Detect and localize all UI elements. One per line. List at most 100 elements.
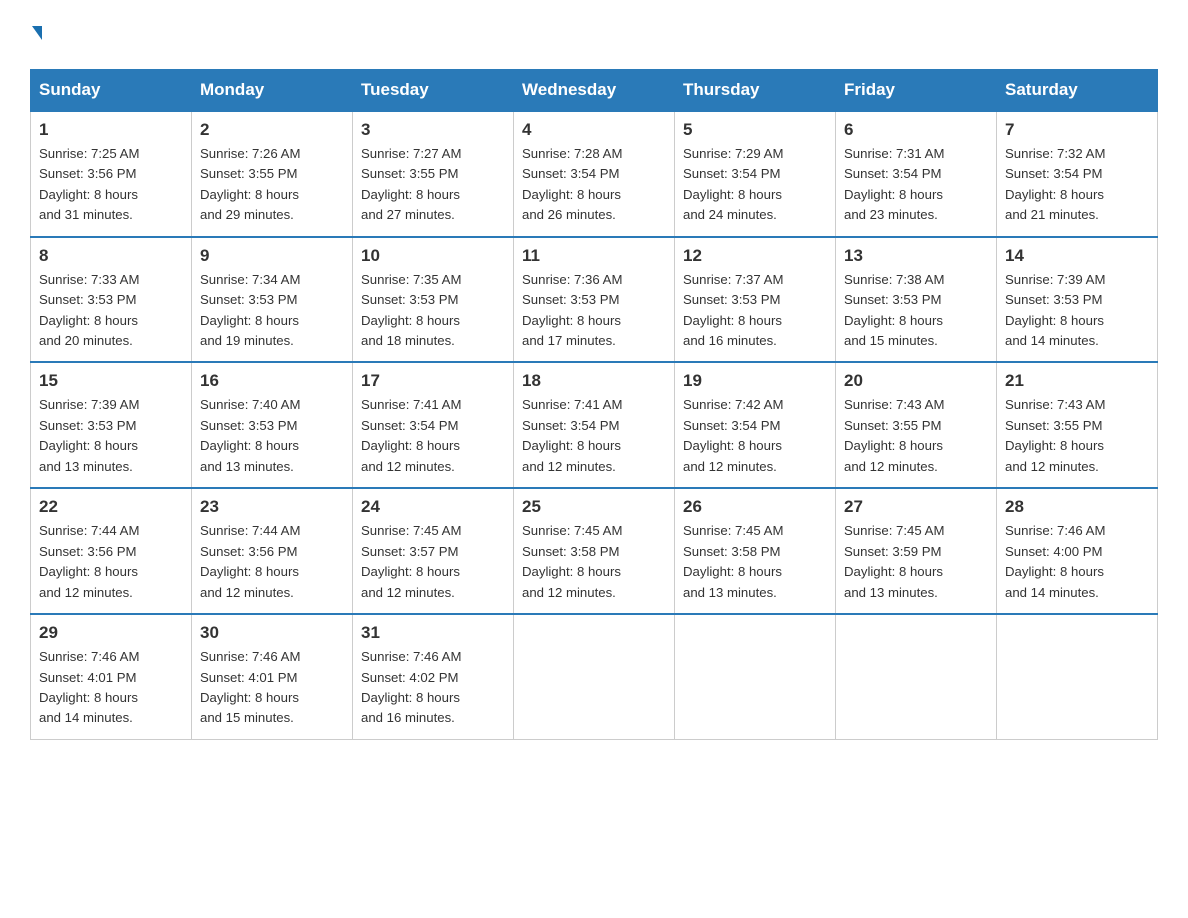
day-number: 17 bbox=[361, 371, 505, 391]
day-number: 4 bbox=[522, 120, 666, 140]
calendar-week-row-3: 15Sunrise: 7:39 AMSunset: 3:53 PMDayligh… bbox=[31, 362, 1158, 488]
calendar-cell bbox=[997, 614, 1158, 739]
calendar-cell: 4 Sunrise: 7:28 AMSunset: 3:54 PMDaylight… bbox=[514, 111, 675, 237]
calendar-week-row-1: 1 Sunrise: 7:25 AMSunset: 3:56 PMDaylight… bbox=[31, 111, 1158, 237]
day-info: Sunrise: 7:28 AMSunset: 3:54 PMDaylight:… bbox=[522, 144, 666, 226]
day-number: 19 bbox=[683, 371, 827, 391]
calendar-cell: 31Sunrise: 7:46 AMSunset: 4:02 PMDayligh… bbox=[353, 614, 514, 739]
day-number: 7 bbox=[1005, 120, 1149, 140]
day-number: 21 bbox=[1005, 371, 1149, 391]
calendar-cell: 28Sunrise: 7:46 AMSunset: 4:00 PMDayligh… bbox=[997, 488, 1158, 614]
day-info: Sunrise: 7:35 AMSunset: 3:53 PMDaylight:… bbox=[361, 270, 505, 352]
day-number: 27 bbox=[844, 497, 988, 517]
day-number: 29 bbox=[39, 623, 183, 643]
day-number: 3 bbox=[361, 120, 505, 140]
day-number: 24 bbox=[361, 497, 505, 517]
day-number: 14 bbox=[1005, 246, 1149, 266]
calendar-cell: 6 Sunrise: 7:31 AMSunset: 3:54 PMDaylight… bbox=[836, 111, 997, 237]
day-info: Sunrise: 7:40 AMSunset: 3:53 PMDaylight:… bbox=[200, 395, 344, 477]
calendar-cell: 20 Sunrise: 7:43 AMSunset: 3:55 PMDayligh… bbox=[836, 362, 997, 488]
day-number: 31 bbox=[361, 623, 505, 643]
calendar-cell: 1 Sunrise: 7:25 AMSunset: 3:56 PMDaylight… bbox=[31, 111, 192, 237]
calendar-cell: 14 Sunrise: 7:39 AMSunset: 3:53 PMDayligh… bbox=[997, 237, 1158, 363]
day-info: Sunrise: 7:38 AMSunset: 3:53 PMDaylight:… bbox=[844, 270, 988, 352]
day-info: Sunrise: 7:45 AMSunset: 3:59 PMDaylight:… bbox=[844, 521, 988, 603]
day-info: Sunrise: 7:37 AMSunset: 3:53 PMDaylight:… bbox=[683, 270, 827, 352]
calendar-cell: 21 Sunrise: 7:43 AMSunset: 3:55 PMDayligh… bbox=[997, 362, 1158, 488]
calendar-week-row-4: 22Sunrise: 7:44 AMSunset: 3:56 PMDayligh… bbox=[31, 488, 1158, 614]
weekday-header-saturday: Saturday bbox=[997, 69, 1158, 111]
day-number: 18 bbox=[522, 371, 666, 391]
day-number: 10 bbox=[361, 246, 505, 266]
calendar-cell: 9 Sunrise: 7:34 AMSunset: 3:53 PMDaylight… bbox=[192, 237, 353, 363]
weekday-header-row: SundayMondayTuesdayWednesdayThursdayFrid… bbox=[31, 69, 1158, 111]
day-info: Sunrise: 7:33 AMSunset: 3:53 PMDaylight:… bbox=[39, 270, 183, 352]
day-info: Sunrise: 7:32 AMSunset: 3:54 PMDaylight:… bbox=[1005, 144, 1149, 226]
calendar-table: SundayMondayTuesdayWednesdayThursdayFrid… bbox=[30, 69, 1158, 740]
day-info: Sunrise: 7:39 AMSunset: 3:53 PMDaylight:… bbox=[39, 395, 183, 477]
day-number: 12 bbox=[683, 246, 827, 266]
calendar-cell: 30Sunrise: 7:46 AMSunset: 4:01 PMDayligh… bbox=[192, 614, 353, 739]
calendar-cell: 19 Sunrise: 7:42 AMSunset: 3:54 PMDayligh… bbox=[675, 362, 836, 488]
day-info: Sunrise: 7:41 AMSunset: 3:54 PMDaylight:… bbox=[361, 395, 505, 477]
day-info: Sunrise: 7:25 AMSunset: 3:56 PMDaylight:… bbox=[39, 144, 183, 226]
day-info: Sunrise: 7:43 AMSunset: 3:55 PMDaylight:… bbox=[844, 395, 988, 477]
calendar-week-row-5: 29 Sunrise: 7:46 AMSunset: 4:01 PMDayligh… bbox=[31, 614, 1158, 739]
calendar-cell: 26Sunrise: 7:45 AMSunset: 3:58 PMDayligh… bbox=[675, 488, 836, 614]
calendar-cell: 18 Sunrise: 7:41 AMSunset: 3:54 PMDayligh… bbox=[514, 362, 675, 488]
logo-text bbox=[30, 20, 42, 51]
day-info: Sunrise: 7:45 AMSunset: 3:57 PMDaylight:… bbox=[361, 521, 505, 603]
day-info: Sunrise: 7:27 AMSunset: 3:55 PMDaylight:… bbox=[361, 144, 505, 226]
calendar-cell: 15Sunrise: 7:39 AMSunset: 3:53 PMDayligh… bbox=[31, 362, 192, 488]
calendar-cell: 13 Sunrise: 7:38 AMSunset: 3:53 PMDayligh… bbox=[836, 237, 997, 363]
logo bbox=[30, 20, 42, 51]
day-number: 26 bbox=[683, 497, 827, 517]
day-number: 8 bbox=[39, 246, 183, 266]
calendar-cell: 27 Sunrise: 7:45 AMSunset: 3:59 PMDayligh… bbox=[836, 488, 997, 614]
day-number: 9 bbox=[200, 246, 344, 266]
weekday-header-friday: Friday bbox=[836, 69, 997, 111]
calendar-cell: 2 Sunrise: 7:26 AMSunset: 3:55 PMDaylight… bbox=[192, 111, 353, 237]
day-info: Sunrise: 7:31 AMSunset: 3:54 PMDaylight:… bbox=[844, 144, 988, 226]
calendar-cell: 17 Sunrise: 7:41 AMSunset: 3:54 PMDayligh… bbox=[353, 362, 514, 488]
day-info: Sunrise: 7:45 AMSunset: 3:58 PMDaylight:… bbox=[522, 521, 666, 603]
day-info: Sunrise: 7:34 AMSunset: 3:53 PMDaylight:… bbox=[200, 270, 344, 352]
day-number: 5 bbox=[683, 120, 827, 140]
day-info: Sunrise: 7:43 AMSunset: 3:55 PMDaylight:… bbox=[1005, 395, 1149, 477]
day-number: 23 bbox=[200, 497, 344, 517]
day-number: 1 bbox=[39, 120, 183, 140]
weekday-header-thursday: Thursday bbox=[675, 69, 836, 111]
calendar-cell: 23Sunrise: 7:44 AMSunset: 3:56 PMDayligh… bbox=[192, 488, 353, 614]
day-info: Sunrise: 7:41 AMSunset: 3:54 PMDaylight:… bbox=[522, 395, 666, 477]
weekday-header-wednesday: Wednesday bbox=[514, 69, 675, 111]
logo-triangle-icon bbox=[32, 26, 42, 40]
day-info: Sunrise: 7:29 AMSunset: 3:54 PMDaylight:… bbox=[683, 144, 827, 226]
day-info: Sunrise: 7:39 AMSunset: 3:53 PMDaylight:… bbox=[1005, 270, 1149, 352]
day-info: Sunrise: 7:26 AMSunset: 3:55 PMDaylight:… bbox=[200, 144, 344, 226]
calendar-cell: 22Sunrise: 7:44 AMSunset: 3:56 PMDayligh… bbox=[31, 488, 192, 614]
calendar-cell bbox=[514, 614, 675, 739]
calendar-cell: 29 Sunrise: 7:46 AMSunset: 4:01 PMDayligh… bbox=[31, 614, 192, 739]
day-info: Sunrise: 7:42 AMSunset: 3:54 PMDaylight:… bbox=[683, 395, 827, 477]
calendar-cell: 12 Sunrise: 7:37 AMSunset: 3:53 PMDayligh… bbox=[675, 237, 836, 363]
day-number: 20 bbox=[844, 371, 988, 391]
day-number: 16 bbox=[200, 371, 344, 391]
day-number: 6 bbox=[844, 120, 988, 140]
weekday-header-monday: Monday bbox=[192, 69, 353, 111]
page-header bbox=[30, 20, 1158, 51]
calendar-cell: 10 Sunrise: 7:35 AMSunset: 3:53 PMDayligh… bbox=[353, 237, 514, 363]
calendar-cell: 3 Sunrise: 7:27 AMSunset: 3:55 PMDaylight… bbox=[353, 111, 514, 237]
calendar-cell bbox=[836, 614, 997, 739]
calendar-cell: 16 Sunrise: 7:40 AMSunset: 3:53 PMDayligh… bbox=[192, 362, 353, 488]
weekday-header-tuesday: Tuesday bbox=[353, 69, 514, 111]
calendar-cell: 8 Sunrise: 7:33 AMSunset: 3:53 PMDaylight… bbox=[31, 237, 192, 363]
day-info: Sunrise: 7:46 AMSunset: 4:01 PMDaylight:… bbox=[39, 647, 183, 729]
calendar-cell bbox=[675, 614, 836, 739]
day-number: 22 bbox=[39, 497, 183, 517]
day-number: 2 bbox=[200, 120, 344, 140]
day-number: 30 bbox=[200, 623, 344, 643]
day-number: 13 bbox=[844, 246, 988, 266]
calendar-cell: 5 Sunrise: 7:29 AMSunset: 3:54 PMDaylight… bbox=[675, 111, 836, 237]
day-info: Sunrise: 7:36 AMSunset: 3:53 PMDaylight:… bbox=[522, 270, 666, 352]
calendar-week-row-2: 8 Sunrise: 7:33 AMSunset: 3:53 PMDaylight… bbox=[31, 237, 1158, 363]
